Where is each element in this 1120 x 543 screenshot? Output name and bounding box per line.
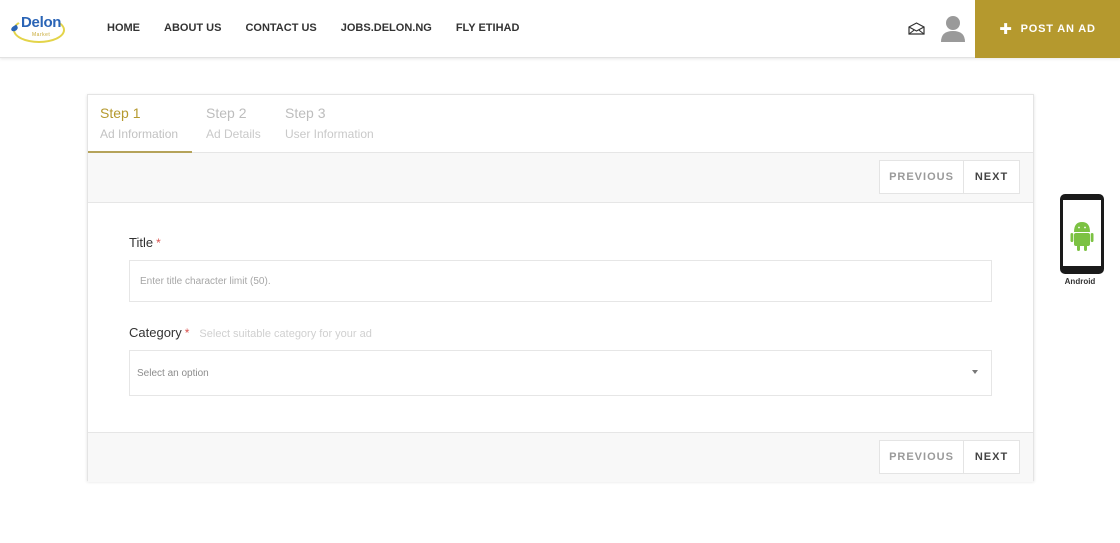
step-number: Step 1 — [100, 105, 141, 121]
wizard-toolbar-top: PREVIOUS NEXT — [88, 153, 1033, 203]
required-marker: * — [184, 326, 190, 340]
mail-open-icon[interactable] — [908, 22, 925, 35]
wizard-nav-buttons: PREVIOUS NEXT — [879, 440, 1020, 474]
nav-fly-etihad[interactable]: FLY ETIHAD — [456, 22, 520, 34]
required-marker: * — [156, 236, 161, 250]
nav-jobs-delon[interactable]: JOBS.DELON.NG — [341, 22, 432, 34]
title-placeholder: Enter title character limit (50). — [140, 275, 271, 287]
title-input[interactable]: Enter title character limit (50). — [129, 260, 992, 302]
ad-information-form: Title * Enter title character limit (50)… — [129, 235, 992, 396]
category-selected-value: Select an option — [137, 367, 209, 379]
step-label: Ad Information — [100, 127, 179, 141]
title-label-text: Title — [129, 235, 154, 250]
wizard-steps: Step 1 Ad Information Step 2 Ad Details … — [88, 95, 1033, 153]
android-app-link[interactable]: Android — [1058, 194, 1106, 289]
logo-word: Delon — [21, 14, 62, 31]
caret-down-icon — [972, 370, 978, 374]
wizard-nav-buttons: PREVIOUS NEXT — [879, 160, 1020, 194]
nav-contact-us[interactable]: CONTACT US — [245, 22, 316, 34]
step-number: Step 3 — [285, 105, 326, 121]
step-label: User Information — [285, 127, 374, 141]
step-2-tab[interactable]: Step 2 Ad Details — [206, 105, 261, 141]
step-number: Step 2 — [206, 105, 247, 121]
next-button[interactable]: NEXT — [964, 440, 1020, 474]
category-select[interactable]: Select an option — [129, 350, 992, 396]
previous-button[interactable]: PREVIOUS — [879, 440, 964, 474]
wizard-toolbar-bottom: PREVIOUS NEXT — [88, 432, 1033, 482]
logo-sub: Market — [32, 32, 51, 38]
nav-about-us[interactable]: ABOUT US — [164, 22, 221, 34]
top-header: Delon Market HOME ABOUT US CONTACT US JO… — [0, 0, 1120, 58]
post-ad-wizard: Step 1 Ad Information Step 2 Ad Details … — [87, 94, 1034, 482]
previous-button[interactable]: PREVIOUS — [879, 160, 964, 194]
android-label: Android — [1064, 277, 1096, 286]
step-3-tab[interactable]: Step 3 User Information — [285, 105, 374, 141]
step-1-tab[interactable]: Step 1 Ad Information — [100, 105, 178, 141]
step-label: Ad Details — [206, 127, 261, 141]
user-avatar-icon[interactable] — [940, 15, 966, 43]
category-label: Category * Select suitable category for … — [129, 325, 992, 340]
title-label: Title * — [129, 235, 992, 250]
phone-icon — [1060, 194, 1104, 274]
post-an-ad-label: POST AN AD — [1020, 23, 1096, 35]
android-robot-icon — [1070, 222, 1094, 251]
category-label-text: Category — [129, 325, 182, 340]
post-an-ad-button[interactable]: ✚ POST AN AD — [975, 0, 1120, 58]
main-nav: HOME ABOUT US CONTACT US JOBS.DELON.NG F… — [107, 22, 543, 34]
delon-market-logo[interactable]: Delon Market — [10, 13, 67, 45]
next-button[interactable]: NEXT — [964, 160, 1020, 194]
plus-icon: ✚ — [999, 20, 1013, 38]
nav-home[interactable]: HOME — [107, 22, 140, 34]
category-hint: Select suitable category for your ad — [199, 328, 372, 340]
